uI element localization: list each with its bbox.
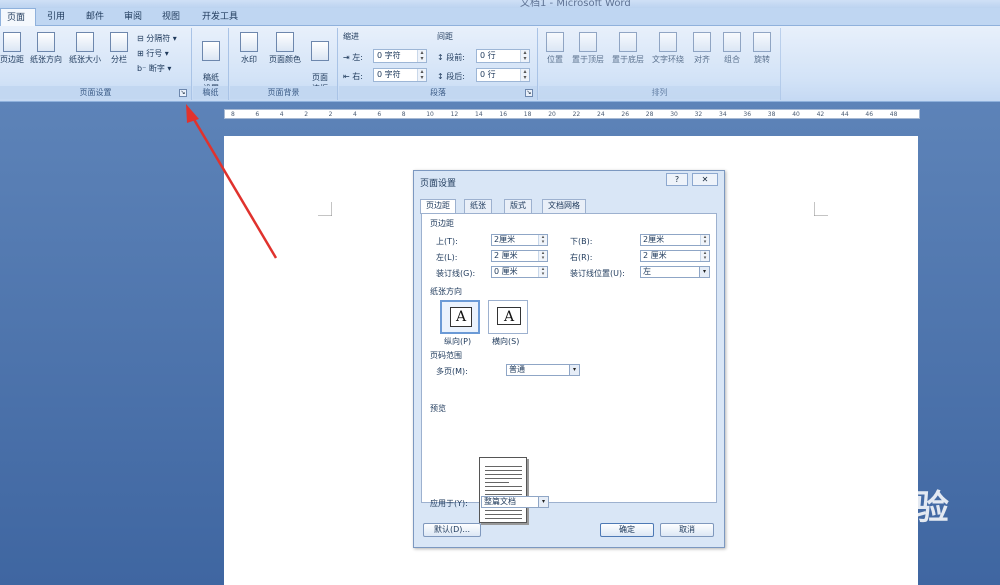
section-margins: 页边距 <box>430 218 460 229</box>
landscape-label: 横向(S) <box>492 337 520 346</box>
baidu-logo: Baidu 经验 <box>760 488 949 528</box>
gutter-label: 装订线(G): <box>436 269 476 278</box>
top-margin-input[interactable]: 2厘米 ▴ ▾ <box>491 234 548 246</box>
gutter-position-label: 装订线位置(U): <box>570 269 625 278</box>
tab-doc-grid[interactable]: 文档网格 <box>542 199 586 213</box>
left-margin-input[interactable]: 2 厘米 ▴ ▾ <box>491 250 548 262</box>
preview-line <box>485 482 509 483</box>
spin-arrows-icon[interactable]: ▴ ▾ <box>538 235 547 245</box>
multiple-pages-label: 多页(M): <box>436 367 468 376</box>
ok-button[interactable]: 确定 <box>600 523 654 537</box>
chevron-down-icon[interactable]: ▾ <box>699 267 709 277</box>
preview-line <box>485 478 522 479</box>
apply-to-label: 应用于(Y): <box>430 499 468 508</box>
chevron-down-icon[interactable]: ▾ <box>538 497 548 507</box>
preview-line <box>485 490 522 491</box>
multiple-pages-select[interactable]: 普通 ▾ <box>506 364 580 376</box>
top-label: 上(T): <box>436 237 458 246</box>
bottom-label: 下(B): <box>570 237 593 246</box>
dialog-panel: 页边距 上(T): 2厘米 ▴ ▾ 下(B): 2厘米 ▴ ▾ 左(L): 2 厘米 ▴ ▾… <box>421 213 717 523</box>
default-button[interactable]: 默认(D)... <box>423 523 481 537</box>
spin-arrows-icon[interactable]: ▴ ▾ <box>700 251 709 261</box>
portrait-icon: A <box>450 307 472 327</box>
landscape-option[interactable]: A <box>488 300 528 334</box>
spin-arrows-icon[interactable]: ▴ ▾ <box>538 251 547 261</box>
close-button[interactable]: ✕ <box>692 173 718 186</box>
chevron-down-icon[interactable]: ▾ <box>569 365 579 375</box>
right-label: 右(R): <box>570 253 593 262</box>
preview-line <box>485 474 522 475</box>
landscape-icon: A <box>497 307 521 325</box>
gutter-input[interactable]: 0 厘米 ▴ ▾ <box>491 266 548 278</box>
section-pages: 页码范围 <box>430 350 470 361</box>
spin-arrows-icon[interactable]: ▴ ▾ <box>700 235 709 245</box>
apply-to-select[interactable]: 整篇文档 ▾ <box>481 496 549 508</box>
bottom-margin-input[interactable]: 2厘米 ▴ ▾ <box>640 234 710 246</box>
preview-line <box>485 466 522 467</box>
section-orientation: 纸张方向 <box>430 286 470 297</box>
preview-line <box>485 470 522 471</box>
help-button[interactable]: ? <box>666 173 688 186</box>
preview-line <box>485 510 522 511</box>
right-margin-input[interactable]: 2 厘米 ▴ ▾ <box>640 250 710 262</box>
preview-line <box>485 486 522 487</box>
preview-line <box>485 514 522 515</box>
watermark-url: jingyan.baidu.com <box>778 540 908 556</box>
portrait-option[interactable]: A <box>440 300 480 334</box>
section-preview: 预览 <box>430 403 450 414</box>
tab-paper[interactable]: 纸张 <box>464 199 492 213</box>
gutter-position-select[interactable]: 左 ▾ <box>640 266 710 278</box>
left-label: 左(L): <box>436 253 458 262</box>
portrait-label: 纵向(P) <box>444 337 472 346</box>
tab-margins[interactable]: 页边距 <box>420 199 456 214</box>
tab-layout[interactable]: 版式 <box>504 199 532 213</box>
page-preview <box>479 457 527 523</box>
spin-arrows-icon[interactable]: ▴ ▾ <box>538 267 547 277</box>
dialog-title: 页面设置 <box>420 179 457 189</box>
preview-line <box>485 518 522 519</box>
preview-line <box>485 494 522 495</box>
page-setup-dialog: 页面设置 ? ✕ 页边距 纸张 版式 文档网格 页边距 上(T): 2厘米 ▴ ▾ … <box>413 170 725 548</box>
cancel-button[interactable]: 取消 <box>660 523 714 537</box>
